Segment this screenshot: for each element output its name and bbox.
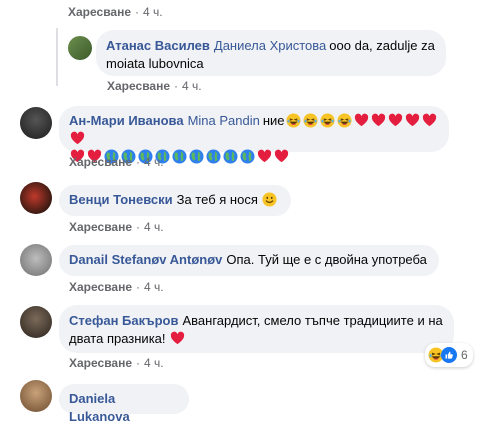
- laughing-emoji-icon: [337, 113, 352, 128]
- globe-emoji-icon: [206, 149, 221, 164]
- avatar[interactable]: [20, 182, 52, 214]
- timestamp[interactable]: 4 ч.: [144, 356, 164, 370]
- comment-bubble: Ан-Мари Иванова Mina Pandin ние: [59, 106, 449, 152]
- smile-emoji-icon: [262, 192, 277, 207]
- like-reaction-icon: [441, 347, 457, 363]
- comment-bubble: Атанас Василев Даниела Христова ooo da, za…: [96, 30, 446, 76]
- heart-emoji-icon: [371, 113, 386, 128]
- comment-text: ние: [262, 113, 285, 128]
- avatar[interactable]: [20, 306, 52, 338]
- reaction-summary[interactable]: 6: [425, 343, 473, 367]
- like-link[interactable]: Харесване: [107, 79, 170, 93]
- comment-actions: Харесване · 4 ч.: [69, 356, 164, 370]
- avatar[interactable]: [20, 244, 52, 276]
- laughing-emoji-icon: [286, 113, 301, 128]
- comment-author[interactable]: Ан-Мари Иванова: [69, 113, 184, 128]
- comment-actions: Харесване · 4 ч.: [68, 5, 163, 19]
- comment-actions: Харесване · 4 ч.: [69, 155, 164, 169]
- timestamp[interactable]: 4 ч.: [143, 5, 163, 19]
- laughing-emoji-icon: [303, 113, 318, 128]
- heart-emoji-icon: [388, 113, 403, 128]
- avatar[interactable]: [68, 36, 92, 60]
- comment-actions: Харесване · 4 ч.: [69, 220, 164, 234]
- heart-emoji-icon: [257, 149, 272, 164]
- comment-actions: Харесване · 4 ч.: [69, 280, 164, 294]
- comment-author[interactable]: Венци Тоневски: [69, 192, 173, 207]
- comment-author[interactable]: Danail Stefanøv Antønøv: [69, 252, 222, 267]
- comment-bubble: Danail Stefanøv Antønøv Опа. Туй ще е с д…: [59, 245, 439, 276]
- comment-author[interactable]: Daniela Lukanova: [69, 391, 130, 424]
- like-link[interactable]: Харесване: [69, 155, 132, 169]
- timestamp[interactable]: 4 ч.: [144, 280, 164, 294]
- comment-author[interactable]: Атанас Василев: [106, 38, 210, 53]
- comment-text: За теб я нося: [176, 192, 258, 207]
- timestamp[interactable]: 4 ч.: [144, 155, 164, 169]
- reaction-count: 6: [461, 348, 468, 362]
- timestamp[interactable]: 4 ч.: [182, 79, 202, 93]
- like-link[interactable]: Харесване: [69, 280, 132, 294]
- like-link[interactable]: Харесване: [69, 356, 132, 370]
- globe-emoji-icon: [240, 149, 255, 164]
- avatar[interactable]: [20, 107, 52, 139]
- comment-text: Опа. Туй ще е с двойна употреба: [226, 252, 427, 267]
- heart-emoji-icon: [354, 113, 369, 128]
- mention-link[interactable]: Mina Pandin: [188, 113, 260, 128]
- like-link[interactable]: Харесване: [68, 5, 131, 19]
- comment-bubble: Венци Тоневски За теб я нося: [59, 185, 291, 216]
- avatar[interactable]: [20, 380, 52, 412]
- heart-emoji-icon: [70, 131, 85, 146]
- reply-thread-line: [56, 28, 58, 86]
- comment-author[interactable]: Стефан Бакъров: [69, 313, 178, 328]
- comment-bubble: Daniela Lukanova: [59, 384, 189, 424]
- globe-emoji-icon: [223, 149, 238, 164]
- comment-actions: Харесване · 4 ч.: [107, 79, 202, 93]
- heart-emoji-icon: [405, 113, 420, 128]
- globe-emoji-icon: [172, 149, 187, 164]
- heart-emoji-icon: [422, 113, 437, 128]
- comment-bubble: Стефан Бакъров Авангардист, смело тъпче т…: [59, 305, 454, 353]
- like-link[interactable]: Харесване: [69, 220, 132, 234]
- mention-link[interactable]: Даниела Христова: [214, 38, 326, 53]
- timestamp[interactable]: 4 ч.: [144, 220, 164, 234]
- heart-emoji-icon: [170, 331, 185, 346]
- globe-emoji-icon: [189, 149, 204, 164]
- heart-emoji-icon: [274, 149, 289, 164]
- laughing-emoji-icon: [320, 113, 335, 128]
